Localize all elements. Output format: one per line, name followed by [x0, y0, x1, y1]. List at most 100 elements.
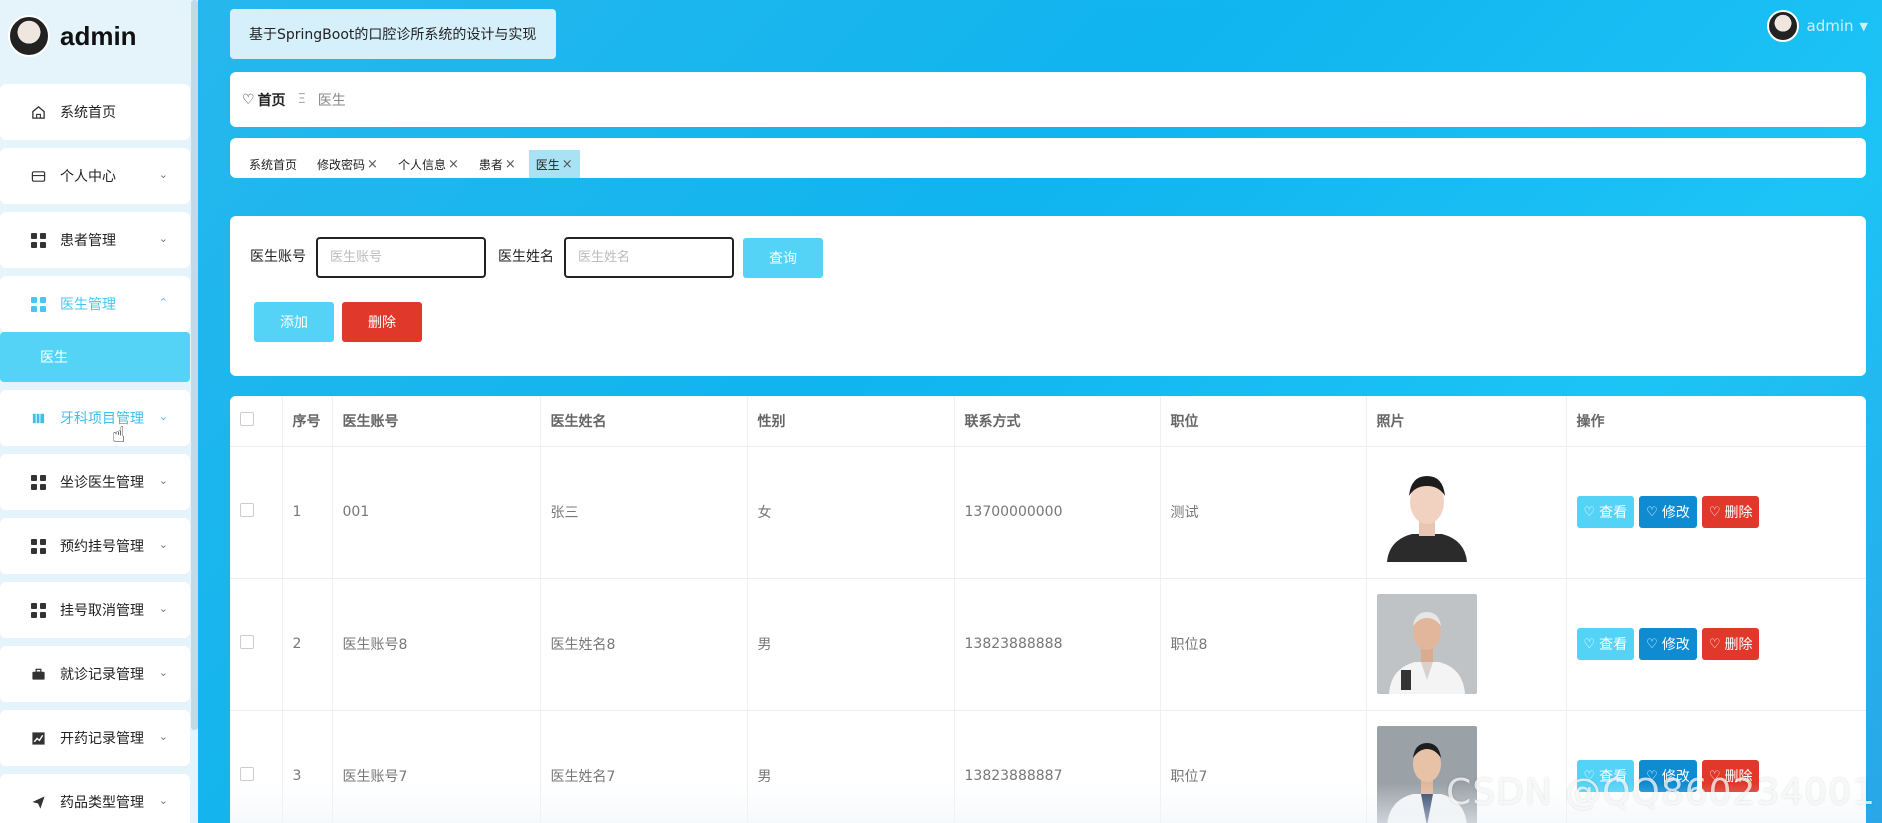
watermark: CSDN @QQ860234001: [1446, 772, 1876, 813]
tag-label: 医生: [535, 157, 560, 172]
row-checkbox[interactable]: [240, 635, 254, 649]
view-label: 查看: [1599, 505, 1628, 521]
tag-change-password[interactable]: 修改密码 ×: [310, 150, 385, 178]
cell-index: 2: [282, 578, 333, 711]
doctor-name-label: 医生姓名: [498, 249, 554, 265]
sidebar-subitem-doctor[interactable]: 医生: [0, 332, 190, 382]
grid-icon: [30, 232, 46, 248]
grid-icon: [30, 296, 46, 312]
admin-avatar: [8, 15, 50, 57]
edit-label: 修改: [1661, 505, 1690, 521]
chevron-down-icon: ⌄: [158, 538, 168, 551]
chevron-up-icon: ⌃: [158, 296, 168, 309]
cell-gender: 女: [747, 446, 955, 579]
row-checkbox[interactable]: [240, 503, 254, 517]
tag-doctor[interactable]: 医生 ×: [528, 150, 580, 178]
doctor-account-input[interactable]: [316, 237, 486, 278]
sidebar-item-on-duty-doctor-management[interactable]: 坐诊医生管理 ⌄: [0, 454, 190, 510]
close-icon[interactable]: ×: [448, 157, 459, 172]
cell-name: 医生姓名7: [540, 710, 748, 823]
edit-button[interactable]: ♡ 修改: [1639, 628, 1697, 660]
tag-patient[interactable]: 患者 ×: [472, 150, 523, 178]
view-label: 查看: [1599, 637, 1628, 653]
cell-phone: 13823888888: [954, 578, 1161, 711]
sidebar-item-label: 牙科项目管理: [60, 411, 144, 427]
sidebar-item-dental-project-management[interactable]: 牙科项目管理 ⌄: [0, 390, 190, 446]
grid-icon: [30, 538, 46, 554]
caret-down-icon: ▼: [1859, 19, 1868, 33]
sidebar-scrollbar[interactable]: [191, 0, 198, 730]
heart-icon: ♡: [1583, 636, 1596, 652]
grid-icon: [30, 602, 46, 618]
sidebar-subitem-label: 医生: [40, 350, 68, 366]
view-button[interactable]: ♡ 查看: [1576, 496, 1635, 528]
heart-icon: ♡: [1708, 504, 1721, 520]
column-header: 操作: [1566, 396, 1866, 447]
view-button[interactable]: ♡ 查看: [1576, 628, 1635, 660]
user-menu[interactable]: admin ▼: [1766, 10, 1868, 42]
column-header: 性别: [747, 396, 955, 447]
heart-icon: ♡: [1708, 636, 1721, 652]
chevron-down-icon: ⌄: [158, 794, 168, 807]
tag-label: 修改密码: [317, 157, 366, 172]
cell-phone: 13823888887: [954, 710, 1161, 823]
logo: admin: [8, 12, 137, 60]
delete-button[interactable]: ♡ 删除: [1701, 628, 1760, 660]
select-all-cell: [230, 396, 283, 447]
sidebar-item-label: 医生管理: [60, 297, 116, 313]
sidebar-item-label: 就诊记录管理: [60, 667, 144, 683]
tag-label: 系统首页: [249, 157, 298, 172]
chevron-down-icon: ⌄: [158, 410, 168, 423]
sidebar: admin 系统首页 个人中心 ⌄ 患者管理 ⌄ 医生管理 ⌃ 医生 牙科项目管…: [0, 0, 198, 823]
column-header: 照片: [1366, 396, 1567, 447]
edit-button[interactable]: ♡ 修改: [1639, 496, 1697, 528]
close-icon[interactable]: ×: [562, 157, 573, 172]
delete-button[interactable]: ♡ 删除: [1701, 496, 1760, 528]
sidebar-item-cancellation-management[interactable]: 挂号取消管理 ⌄: [0, 582, 190, 638]
sidebar-item-personal-center[interactable]: 个人中心 ⌄: [0, 148, 190, 204]
add-button[interactable]: 添加: [254, 302, 334, 342]
breadcrumb-current: 医生: [317, 92, 346, 109]
cell-position: 职位7: [1160, 710, 1367, 823]
sidebar-item-visit-record-management[interactable]: 就诊记录管理 ⌄: [0, 646, 190, 702]
breadcrumb: ♡ 首页 Ξ 医生: [230, 72, 1866, 127]
cell-name: 张三: [540, 446, 748, 579]
cell-actions: ♡ 查看 ♡ 修改 ♡ 删除: [1566, 446, 1866, 579]
breadcrumb-home[interactable]: ♡ 首页: [242, 90, 286, 110]
sidebar-item-label: 开药记录管理: [60, 731, 144, 747]
cell-position: 职位8: [1160, 578, 1367, 711]
select-all-checkbox[interactable]: [240, 411, 254, 426]
tag-home[interactable]: 系统首页: [242, 150, 304, 178]
cell-actions: ♡ 查看 ♡ 修改 ♡ 删除: [1566, 578, 1866, 711]
doctor-name-input[interactable]: [564, 237, 734, 278]
sidebar-item-drug-type-management[interactable]: 药品类型管理 ⌄: [0, 774, 190, 823]
column-header: 联系方式: [954, 396, 1161, 447]
chevron-down-icon: ⌄: [158, 232, 168, 245]
system-title-text: 基于SpringBoot的口腔诊所系统的设计与实现: [249, 27, 537, 43]
sidebar-item-appointment-management[interactable]: 预约挂号管理 ⌄: [0, 518, 190, 574]
doctor-account-label: 医生账号: [250, 249, 306, 265]
doctor-table: 序号 医生账号 医生姓名 性别 联系方式 职位 照片 操作 1 001 张三 女…: [230, 396, 1866, 823]
sidebar-item-label: 预约挂号管理: [60, 539, 144, 555]
user-avatar: [1766, 10, 1799, 42]
sidebar-item-prescription-record-management[interactable]: 开药记录管理 ⌄: [0, 710, 190, 766]
cell-position: 测试: [1160, 446, 1367, 579]
cell-account: 医生账号7: [332, 710, 541, 823]
tags-view: 系统首页 修改密码 × 个人信息 × 患者 × 医生 ×: [230, 138, 1866, 178]
close-icon[interactable]: ×: [505, 157, 516, 172]
column-header: 医生账号: [332, 396, 541, 447]
sidebar-item-home[interactable]: 系统首页: [0, 84, 190, 140]
home-icon: [30, 104, 46, 120]
cell-phone: 13700000000: [954, 446, 1161, 579]
sidebar-item-label: 挂号取消管理: [60, 603, 144, 619]
sidebar-item-label: 患者管理: [60, 233, 116, 249]
close-icon[interactable]: ×: [367, 157, 378, 172]
sidebar-item-doctor-management[interactable]: 医生管理 ⌃: [0, 276, 190, 332]
chevron-down-icon: ⌄: [158, 168, 168, 181]
row-checkbox[interactable]: [240, 767, 254, 781]
grid-icon: [30, 474, 46, 490]
batch-delete-button[interactable]: 删除: [342, 302, 422, 342]
sidebar-item-patient-management[interactable]: 患者管理 ⌄: [0, 212, 190, 268]
tag-personal-info[interactable]: 个人信息 ×: [391, 150, 466, 178]
query-button[interactable]: 查询: [743, 238, 823, 278]
